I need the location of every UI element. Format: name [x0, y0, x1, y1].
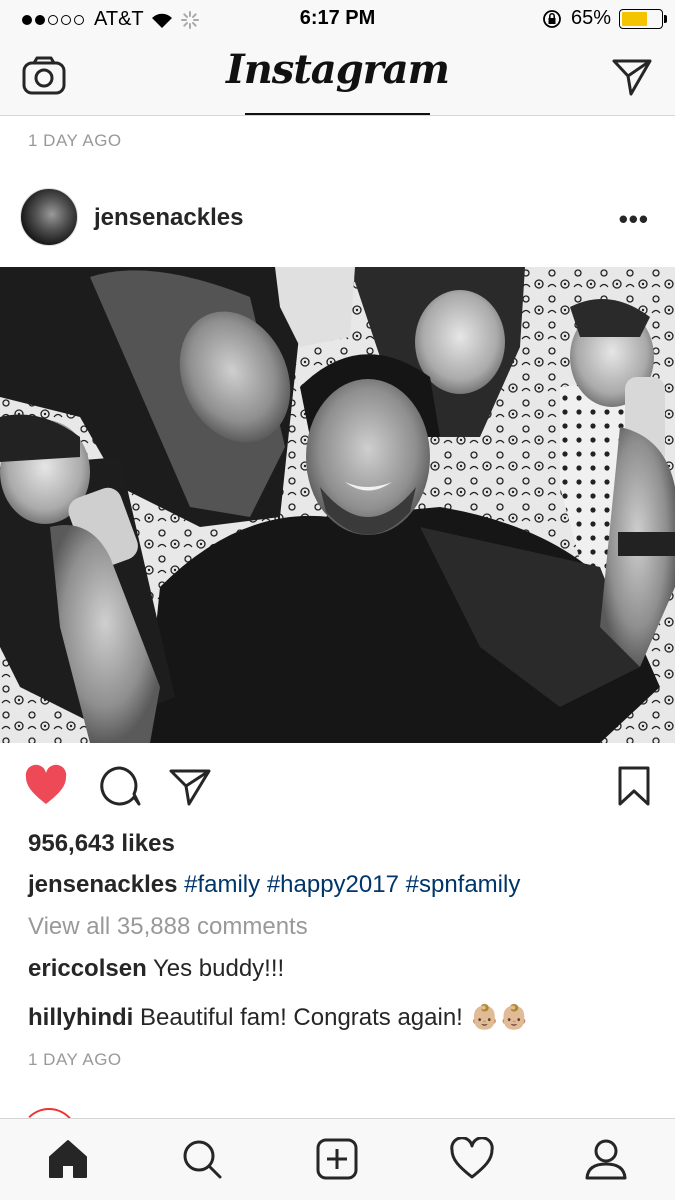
home-icon[interactable] [46, 1137, 90, 1181]
post-username[interactable]: jensenackles [94, 204, 243, 232]
search-icon[interactable] [180, 1137, 224, 1181]
add-post-icon[interactable] [315, 1137, 359, 1181]
heart-filled-icon[interactable] [24, 764, 68, 808]
post-actions [0, 760, 675, 816]
direct-send-icon[interactable] [611, 56, 653, 98]
comment-text: Beautiful fam! Congrats again! 👶🏼👶🏼 [140, 1004, 530, 1031]
more-options-icon[interactable]: ••• [619, 204, 649, 235]
comment-username[interactable]: ericcolsen [28, 955, 147, 982]
instagram-logo[interactable]: Instagram [0, 46, 675, 93]
hashtag-spnfamily[interactable]: #spnfamily [406, 871, 521, 898]
comment-username[interactable]: hillyhindi [28, 1004, 133, 1031]
status-right: 65% [541, 7, 667, 30]
post-caption: jensenackles #family #happy2017 #spnfami… [28, 871, 520, 899]
comment-text: Yes buddy!!! [152, 955, 285, 982]
activity-heart-icon[interactable] [450, 1137, 494, 1181]
likes-count[interactable]: 956,643 likes [28, 830, 175, 858]
app-header: Instagram [0, 38, 675, 116]
battery-icon [619, 8, 667, 29]
battery-percent: 65% [570, 7, 611, 29]
hashtag-happy2017[interactable]: #happy2017 [267, 871, 399, 898]
rotation-lock-icon [543, 9, 561, 28]
tab-bar [0, 1118, 675, 1200]
share-icon[interactable] [168, 764, 212, 808]
logo-underline [245, 113, 430, 115]
post-photo[interactable] [0, 267, 675, 743]
previous-post-time: 1 DAY AGO [28, 131, 122, 150]
comment-item: ericcolsen Yes buddy!!! [28, 955, 284, 983]
avatar[interactable] [20, 188, 78, 246]
caption-username[interactable]: jensenackles [28, 871, 177, 898]
photo-image [0, 267, 675, 743]
comment-item: hillyhindi Beautiful fam! Congrats again… [28, 1003, 529, 1032]
post-time: 1 DAY AGO [28, 1050, 122, 1069]
battery-level [622, 11, 647, 26]
profile-icon[interactable] [584, 1137, 628, 1181]
status-bar: AT&T 6:17 PM 65% [0, 0, 675, 38]
comment-icon[interactable] [98, 764, 142, 808]
bookmark-icon[interactable] [612, 764, 656, 808]
post-header: jensenackles ••• [0, 180, 675, 260]
view-all-comments-link[interactable]: View all 35,888 comments [28, 913, 308, 941]
hashtag-family[interactable]: #family [184, 871, 260, 898]
